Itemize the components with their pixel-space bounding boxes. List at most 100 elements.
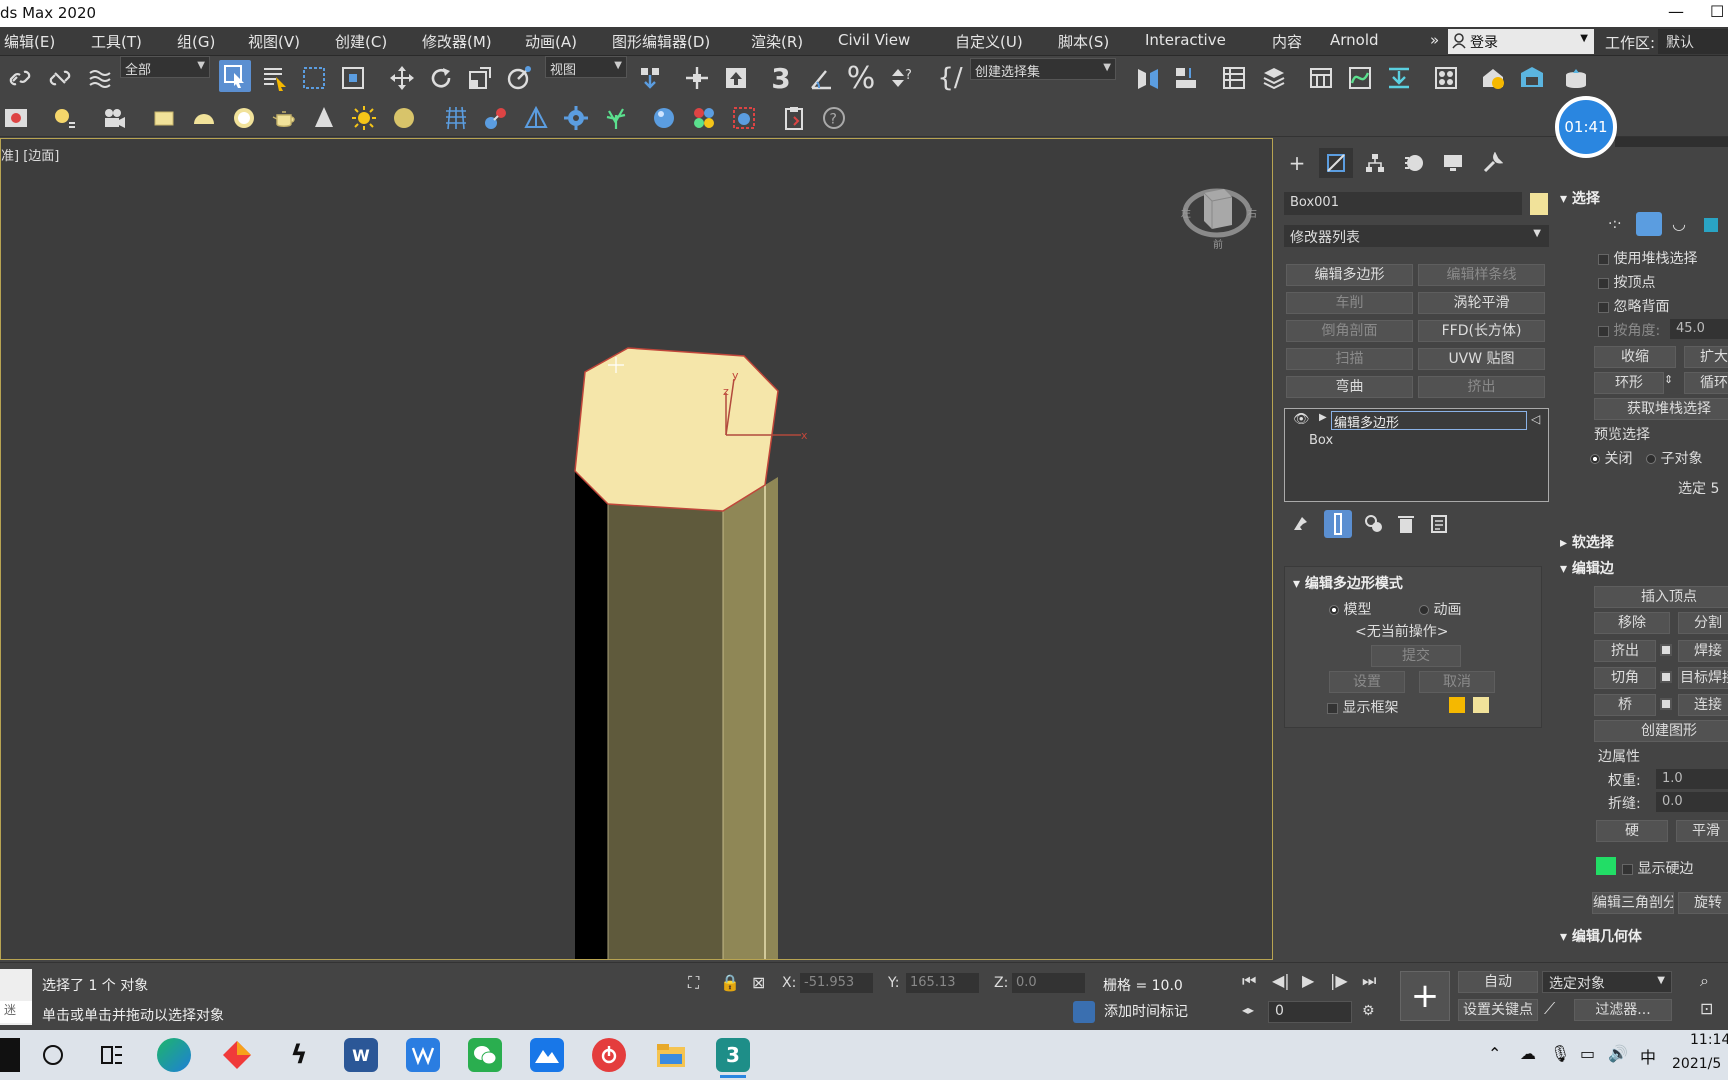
edit-triangulation-button[interactable]: 编辑三角剖分 bbox=[1592, 892, 1674, 914]
stack-item-box[interactable]: Box bbox=[1309, 433, 1333, 448]
toggle-ribbon-icon[interactable] bbox=[1305, 62, 1337, 94]
rotate-icon[interactable] bbox=[425, 62, 457, 94]
get-stack-selection-button[interactable]: 获取堆栈选择 bbox=[1594, 398, 1728, 420]
pin-stack-icon[interactable] bbox=[1286, 510, 1314, 538]
snap-toggle-icon[interactable]: 3 bbox=[765, 62, 797, 95]
absolute-mode-icon[interactable]: ⊠ bbox=[752, 973, 765, 992]
menu-scripting[interactable]: 脚本(S) bbox=[1058, 31, 1109, 52]
select-object-icon[interactable] bbox=[219, 60, 251, 92]
configure-sets-icon[interactable] bbox=[1426, 510, 1454, 538]
foliage-icon[interactable] bbox=[600, 102, 632, 134]
hemisphere-icon[interactable] bbox=[188, 102, 220, 134]
expand-arrow-icon[interactable]: ▶ bbox=[1319, 412, 1327, 423]
teapot-icon[interactable] bbox=[268, 102, 300, 134]
smooth-button[interactable]: 平滑 bbox=[1676, 820, 1728, 842]
sun-icon[interactable] bbox=[348, 102, 380, 134]
clock-time[interactable]: 11:14 bbox=[1690, 1032, 1728, 1048]
angle-field[interactable]: 45.0 bbox=[1670, 319, 1728, 339]
word-icon[interactable]: W bbox=[344, 1038, 378, 1072]
edit-edges-rollout-header[interactable]: ▾ 编辑边 bbox=[1560, 558, 1614, 578]
modifier-button-sweep[interactable]: 扫描 bbox=[1286, 348, 1413, 370]
modifier-list-dropdown[interactable]: 修改器列表 ▼ bbox=[1284, 225, 1549, 247]
use-stack-selection-checkbox[interactable]: 使用堆栈选择 bbox=[1598, 248, 1697, 268]
grow-button[interactable]: 扩大 bbox=[1684, 346, 1728, 368]
trash-icon[interactable] bbox=[1392, 510, 1420, 538]
key-filter-dropdown[interactable]: 选定对象 ▼ bbox=[1542, 971, 1672, 993]
menu-views[interactable]: 视图(V) bbox=[248, 31, 300, 52]
help-icon[interactable]: ? bbox=[818, 102, 850, 134]
sky-light-icon[interactable] bbox=[388, 102, 420, 134]
split-button[interactable]: 分割 bbox=[1678, 612, 1728, 634]
zoom-region-icon[interactable]: ⊡ bbox=[1700, 999, 1713, 1018]
cone-icon[interactable] bbox=[308, 102, 340, 134]
menu-civil-view[interactable]: Civil View bbox=[838, 31, 910, 49]
viewport-media-icon[interactable] bbox=[0, 102, 32, 134]
make-unique-icon[interactable] bbox=[1360, 510, 1388, 538]
gear-icon[interactable] bbox=[560, 102, 592, 134]
menu-edit[interactable]: 编辑(E) bbox=[4, 31, 55, 52]
material-editor-icon[interactable] bbox=[1430, 62, 1462, 94]
login-dropdown[interactable]: 登录 ▼ bbox=[1448, 29, 1594, 54]
menu-group[interactable]: 组(G) bbox=[177, 31, 215, 52]
render-setup-icon[interactable] bbox=[1477, 62, 1509, 94]
select-by-name-icon[interactable] bbox=[259, 62, 291, 94]
particle-grid-icon[interactable] bbox=[440, 102, 472, 134]
object-name-field[interactable]: Box001 bbox=[1284, 192, 1522, 215]
molecule-icon[interactable] bbox=[480, 102, 512, 134]
create-tab-plus-icon[interactable]: + bbox=[1280, 148, 1314, 178]
modifier-button-lathe[interactable]: 车削 bbox=[1286, 292, 1413, 314]
selection-rollout-header[interactable]: ▾ 选择 bbox=[1560, 188, 1600, 208]
plane-icon[interactable] bbox=[148, 102, 180, 134]
insert-vertex-button[interactable]: 插入顶点 bbox=[1594, 586, 1728, 608]
modify-tab-icon[interactable] bbox=[1319, 148, 1353, 178]
unlink-icon[interactable] bbox=[44, 62, 76, 94]
eye-icon[interactable]: 👁 bbox=[1293, 412, 1310, 427]
ime-indicator[interactable]: 中 bbox=[1640, 1044, 1656, 1068]
set-key-button[interactable]: 设置关键点 bbox=[1458, 999, 1538, 1021]
motion-tab-icon[interactable] bbox=[1397, 148, 1431, 178]
lock-icon[interactable]: 🔒 bbox=[720, 973, 740, 992]
volume-icon[interactable]: 🔊 bbox=[1608, 1044, 1628, 1063]
edge-browser-icon[interactable] bbox=[157, 1038, 191, 1072]
modifier-button-uvw-map[interactable]: UVW 贴图 bbox=[1418, 348, 1545, 370]
camera-icon[interactable] bbox=[98, 102, 130, 134]
app-diamond-icon[interactable] bbox=[220, 1038, 254, 1072]
file-explorer-icon[interactable] bbox=[654, 1038, 688, 1072]
move-icon[interactable] bbox=[386, 62, 418, 94]
create-shape-button[interactable]: 创建图形 bbox=[1594, 720, 1728, 742]
menu-interactive[interactable]: Interactive bbox=[1145, 31, 1226, 49]
next-frame-icon[interactable]: |▶ bbox=[1330, 971, 1348, 990]
extrude-settings-icon[interactable] bbox=[1660, 644, 1672, 656]
perspective-viewport[interactable]: 准] [边面] x y z 前 左 右 bbox=[0, 138, 1273, 960]
stack-item-edit-poly[interactable]: 👁 ▶ 编辑多边形 ◁ bbox=[1285, 411, 1548, 431]
light-lister-icon[interactable] bbox=[48, 102, 80, 134]
modifier-button-ffd-box[interactable]: FFD(长方体) bbox=[1418, 320, 1545, 342]
minimize-button[interactable]: — bbox=[1668, 2, 1684, 21]
clock-date[interactable]: 2021/5 bbox=[1672, 1056, 1721, 1072]
menu-content[interactable]: 内容 bbox=[1272, 31, 1302, 52]
menu-rendering[interactable]: 渲染(R) bbox=[751, 31, 803, 52]
hard-button[interactable]: 硬 bbox=[1596, 820, 1668, 842]
percent-snap-icon[interactable]: % bbox=[845, 61, 877, 96]
vertex-mode-icon[interactable]: ·:· bbox=[1608, 216, 1622, 232]
wps-icon[interactable] bbox=[406, 1038, 440, 1072]
time-tag-icon[interactable] bbox=[1073, 1001, 1095, 1023]
cortana-search-icon[interactable] bbox=[36, 1038, 70, 1072]
polygon-mode-icon[interactable] bbox=[1704, 218, 1718, 232]
cage-color-swatch[interactable] bbox=[1449, 697, 1465, 713]
menu-customize[interactable]: 自定义(U) bbox=[955, 31, 1023, 52]
previous-frame-icon[interactable]: ◀| bbox=[1272, 971, 1290, 990]
key-tangent-icon[interactable]: ⟋ bbox=[1544, 999, 1555, 1019]
crease-field[interactable]: 0.0 bbox=[1656, 792, 1728, 812]
extrude-button[interactable]: 挤出 bbox=[1594, 640, 1656, 662]
show-end-result-icon[interactable] bbox=[1324, 510, 1352, 538]
preview-off-radio[interactable]: 关闭 bbox=[1590, 448, 1632, 468]
auto-key-button[interactable]: 自动 bbox=[1458, 971, 1538, 993]
ignore-backfacing-checkbox[interactable]: 忽略背面 bbox=[1598, 296, 1669, 316]
play-icon[interactable]: ▶ bbox=[1302, 971, 1314, 990]
mirror-icon[interactable] bbox=[1132, 62, 1164, 94]
y-coord-field[interactable]: 165.13 bbox=[906, 973, 979, 993]
box-model[interactable]: x y z bbox=[1, 139, 1272, 959]
sphere-icon[interactable] bbox=[228, 102, 260, 134]
target-weld-button[interactable]: 目标焊接 bbox=[1678, 667, 1728, 689]
